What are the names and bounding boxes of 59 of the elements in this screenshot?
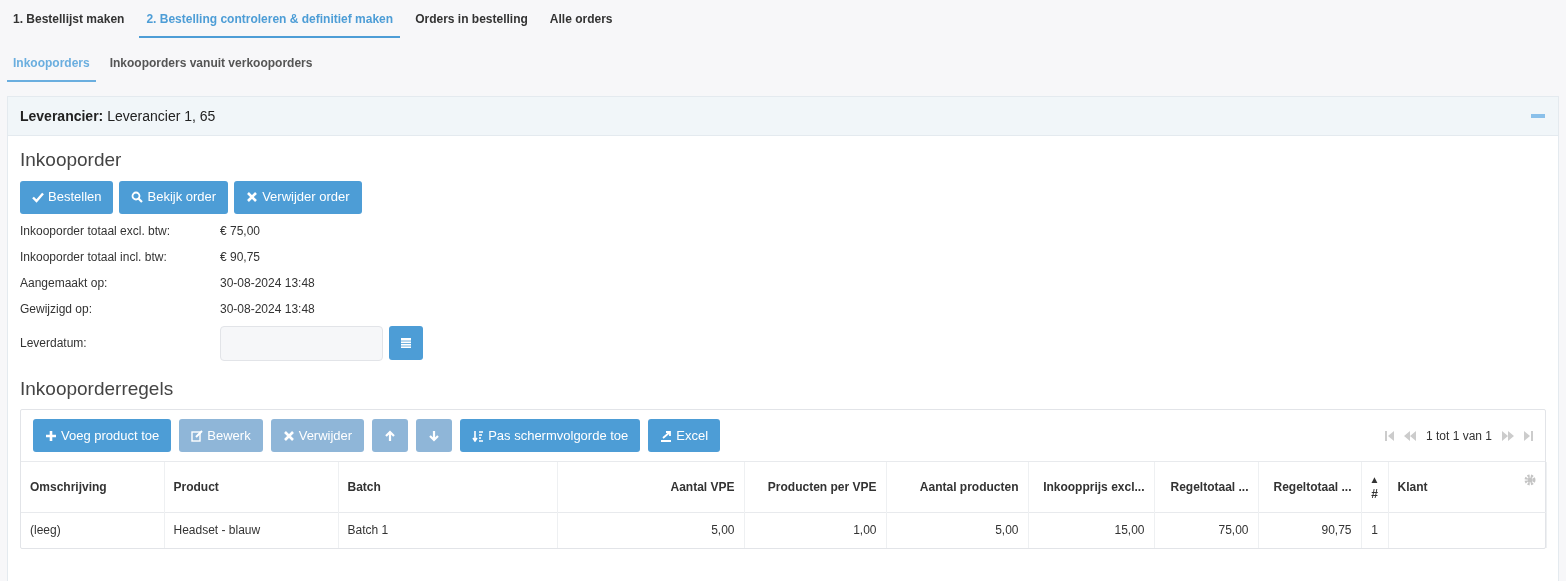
field-label: Aangemaakt op: bbox=[20, 274, 109, 292]
table-cell: 5,00 bbox=[886, 512, 1028, 548]
column-header[interactable]: Batch bbox=[338, 462, 557, 512]
column-header[interactable]: Product bbox=[164, 462, 338, 512]
close-icon bbox=[282, 429, 295, 442]
edit-icon bbox=[191, 429, 204, 442]
field-label: Gewijzigd op: bbox=[20, 300, 94, 318]
plus-icon bbox=[45, 429, 57, 442]
search-icon bbox=[131, 191, 144, 203]
main-tab[interactable]: Alle orders bbox=[542, 10, 620, 38]
table-cell: 1 bbox=[1361, 512, 1388, 548]
sort-icon bbox=[472, 429, 485, 442]
table-cell: 15,00 bbox=[1028, 512, 1154, 548]
next-page-icon[interactable] bbox=[1502, 430, 1514, 441]
field-value: € 75,00 bbox=[220, 222, 261, 240]
table-cell: Batch 1 bbox=[338, 512, 557, 548]
field-label: Inkooporder totaal incl. btw: bbox=[20, 248, 168, 266]
table-cell: 90,75 bbox=[1258, 512, 1361, 548]
arrow-up-icon bbox=[384, 429, 397, 442]
last-page-icon[interactable] bbox=[1524, 430, 1533, 441]
close-icon bbox=[246, 191, 259, 203]
calendar-button[interactable] bbox=[389, 326, 423, 360]
section-title: Inkooporderregels bbox=[20, 376, 175, 401]
table-cell: 1,00 bbox=[744, 512, 886, 548]
first-page-icon[interactable] bbox=[1384, 430, 1394, 441]
main-tab[interactable]: 1. Bestellijst maken bbox=[6, 10, 132, 38]
field-value: € 90,75 bbox=[220, 248, 261, 266]
sub-tab[interactable]: Inkooporders vanuit verkooporders bbox=[103, 54, 319, 82]
check-icon bbox=[32, 191, 44, 203]
column-header[interactable]: Aantal VPE bbox=[557, 462, 744, 512]
main-tab[interactable]: Orders in bestelling bbox=[408, 10, 535, 38]
collapse-button[interactable] bbox=[1530, 111, 1546, 121]
column-header[interactable]: Producten per VPE bbox=[744, 462, 886, 512]
column-header[interactable]: Omschrijving bbox=[21, 462, 164, 512]
field-label: Leverdatum: bbox=[20, 335, 88, 352]
section-title: Inkooporder bbox=[20, 148, 123, 172]
calendar-icon bbox=[400, 337, 412, 349]
table-cell: 5,00 bbox=[557, 512, 744, 548]
column-label: # bbox=[1371, 486, 1378, 501]
export-icon bbox=[660, 429, 673, 442]
sort-arrow: ▲ bbox=[1369, 472, 1380, 487]
paging-info: 1 tot 1 van 1 bbox=[1425, 427, 1492, 445]
settings-icon[interactable] bbox=[1523, 474, 1536, 486]
column-header[interactable]: Regeltotaal ... bbox=[1258, 462, 1361, 512]
table-cell: 75,00 bbox=[1154, 512, 1258, 548]
arrow-down-icon bbox=[428, 429, 441, 442]
column-header[interactable]: Inkoopprijs excl... bbox=[1028, 462, 1154, 512]
column-header[interactable]: ▲ # bbox=[1361, 462, 1388, 512]
field-value: 30-08-2024 13:48 bbox=[220, 274, 315, 292]
column-header[interactable]: Aantal producten bbox=[886, 462, 1028, 512]
previous-page-icon[interactable] bbox=[1403, 430, 1416, 441]
table-cell: (leeg) bbox=[21, 512, 164, 548]
column-header[interactable]: Klant bbox=[1388, 462, 1546, 512]
field-value: 30-08-2024 13:48 bbox=[220, 300, 315, 318]
supplier-label: Leverancier: Leverancier 1, 65 bbox=[20, 106, 216, 126]
column-header[interactable]: Regeltotaal ... bbox=[1154, 462, 1258, 512]
field-label: Inkooporder totaal excl. btw: bbox=[20, 222, 172, 240]
table-cell: Headset - blauw bbox=[164, 512, 338, 548]
date-field[interactable] bbox=[220, 325, 383, 361]
